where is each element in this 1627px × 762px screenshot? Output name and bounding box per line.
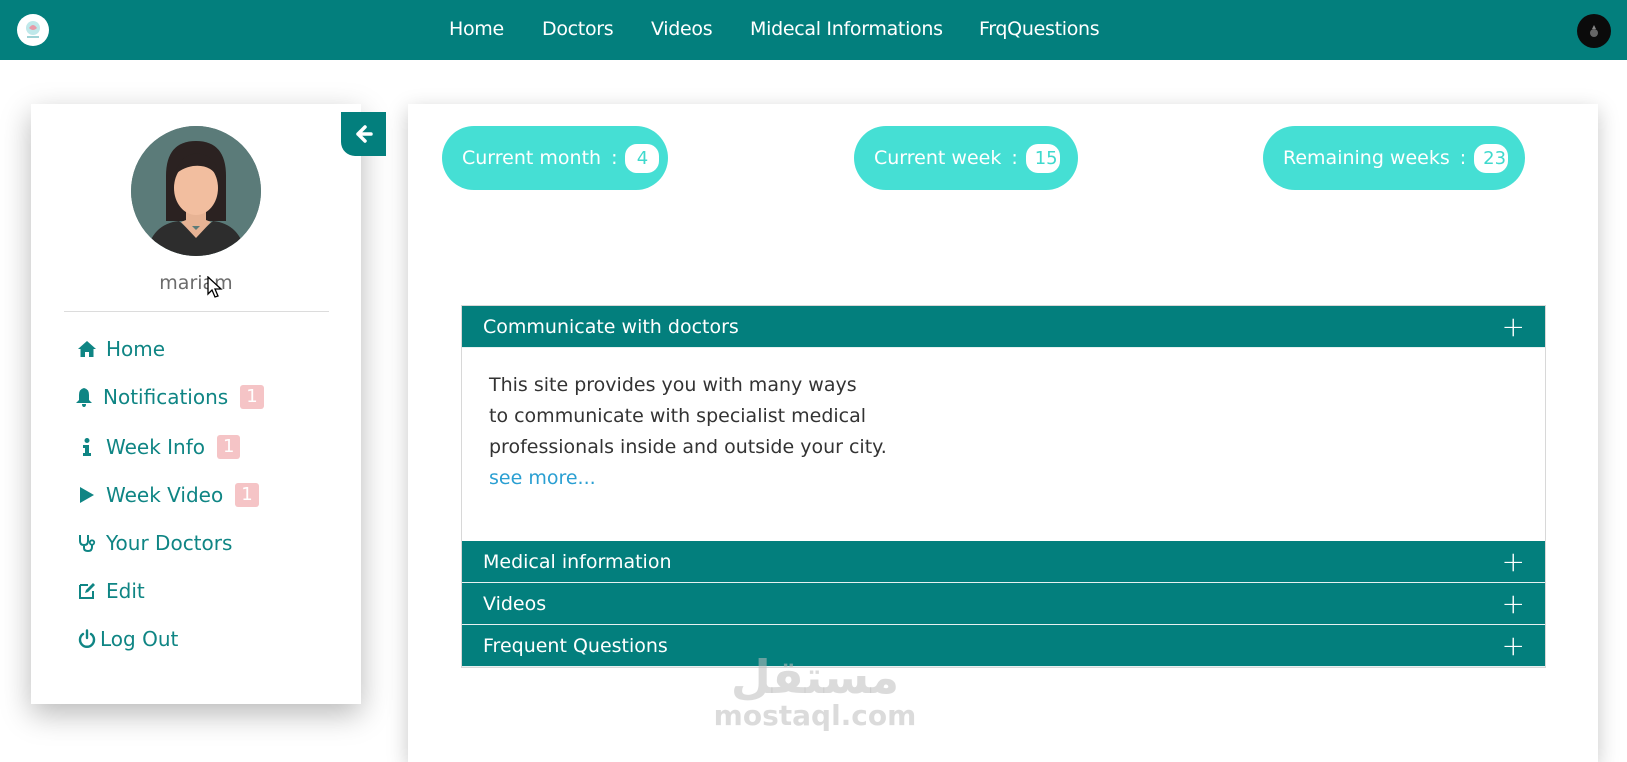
plus-icon[interactable]: + xyxy=(1502,589,1525,618)
play-icon xyxy=(76,486,98,504)
plus-icon[interactable]: + xyxy=(1502,631,1525,660)
sidebar-item-label: Edit xyxy=(106,579,145,603)
bell-icon xyxy=(73,387,95,407)
current-month-separator: : xyxy=(611,147,618,169)
profile-avatar xyxy=(131,126,261,256)
nav-medical-informations[interactable]: Midecal Informations xyxy=(750,18,943,40)
accordion-title: Communicate with doctors xyxy=(483,315,739,338)
nav-frq-questions[interactable]: FrqQuestions xyxy=(979,18,1100,40)
arrow-left-icon xyxy=(355,125,373,143)
sidebar-item-log-out[interactable]: Log Out xyxy=(76,624,178,654)
sidebar-item-label: Notifications xyxy=(103,385,229,409)
sidebar-item-label: Week Video xyxy=(106,483,224,507)
power-icon xyxy=(76,629,98,649)
nav-videos[interactable]: Videos xyxy=(651,18,713,40)
watermark-arabic: مستقل xyxy=(730,650,900,704)
sidebar-item-label: Week Info xyxy=(106,435,206,459)
sidebar-item-week-info[interactable]: Week Info 1 xyxy=(76,432,241,462)
accordion-header-frequent-questions[interactable]: Frequent Questions + xyxy=(462,625,1545,667)
remaining-weeks-label: Remaining weeks xyxy=(1283,147,1450,169)
sidebar-item-notifications[interactable]: Notifications 1 xyxy=(73,382,264,412)
woman-avatar-icon xyxy=(131,126,261,256)
sidebar-item-week-video[interactable]: Week Video 1 xyxy=(76,480,259,510)
home-icon xyxy=(76,340,98,358)
user-avatar-icon xyxy=(1590,25,1598,37)
week-video-badge: 1 xyxy=(235,483,259,507)
nav-doctors[interactable]: Doctors xyxy=(542,18,614,40)
accordion-header-communicate[interactable]: Communicate with doctors + xyxy=(462,306,1545,348)
watermark: مستقل mostaql.com xyxy=(710,654,920,732)
notification-badge: 1 xyxy=(240,385,264,409)
body-line: This site provides you with many ways xyxy=(489,374,857,396)
watermark-latin: mostaql.com xyxy=(713,699,917,732)
collapse-sidebar-button[interactable] xyxy=(341,112,386,156)
body-line: to communicate with specialist medical xyxy=(489,405,867,427)
accordion-header-videos[interactable]: Videos + xyxy=(462,583,1545,625)
profile-sidebar: mariam Home Notifications 1 Week Info 1 … xyxy=(31,104,386,704)
main-panel: Current month : 4 Current week : 15 Rema… xyxy=(408,104,1598,762)
current-week-label: Current week xyxy=(874,147,1002,169)
current-week-stat: Current week : 15 xyxy=(854,126,1078,190)
body-line: professionals inside and outside your ci… xyxy=(489,436,887,458)
sidebar-item-your-doctors[interactable]: Your Doctors xyxy=(76,528,232,558)
info-accordion: Communicate with doctors + This site pro… xyxy=(461,305,1546,668)
week-info-badge: 1 xyxy=(217,435,241,459)
see-more-link[interactable]: see more... xyxy=(489,467,596,489)
sidebar-divider xyxy=(64,311,329,312)
accordion-body-communicate: This site provides you with many ways to… xyxy=(462,348,1545,541)
remaining-weeks-separator: : xyxy=(1459,147,1467,169)
sidebar-item-label: Log Out xyxy=(100,627,179,651)
current-month-value: 4 xyxy=(625,143,660,173)
plus-icon[interactable]: + xyxy=(1502,312,1525,341)
nav-home[interactable]: Home xyxy=(449,18,504,40)
nav-links: Home Doctors Videos Midecal Informations… xyxy=(0,0,1627,60)
user-avatar-button[interactable] xyxy=(1577,14,1611,48)
current-month-label: Current month xyxy=(462,147,602,169)
mouse-cursor-icon xyxy=(207,276,223,298)
remaining-weeks-stat: Remaining weeks : 23 xyxy=(1263,126,1525,190)
sidebar-item-label: Your Doctors xyxy=(106,531,233,555)
plus-icon[interactable]: + xyxy=(1502,547,1525,576)
top-navbar: Home Doctors Videos Midecal Informations… xyxy=(0,0,1627,60)
accordion-title: Videos xyxy=(483,592,547,615)
sidebar-item-label: Home xyxy=(106,337,166,361)
current-week-separator: : xyxy=(1011,147,1018,169)
accordion-header-medical-information[interactable]: Medical information + xyxy=(462,541,1545,583)
edit-icon xyxy=(76,581,98,601)
sidebar-item-home[interactable]: Home xyxy=(76,334,165,364)
current-week-value: 15 xyxy=(1025,143,1060,173)
username-label: mariam xyxy=(159,272,233,294)
stethoscope-icon xyxy=(76,533,98,553)
current-month-stat: Current month : 4 xyxy=(442,126,668,190)
info-icon xyxy=(76,438,98,456)
accordion-title: Medical information xyxy=(483,550,672,573)
sidebar-item-edit[interactable]: Edit xyxy=(76,576,145,606)
accordion-title: Frequent Questions xyxy=(483,634,668,657)
remaining-weeks-value: 23 xyxy=(1474,143,1509,173)
